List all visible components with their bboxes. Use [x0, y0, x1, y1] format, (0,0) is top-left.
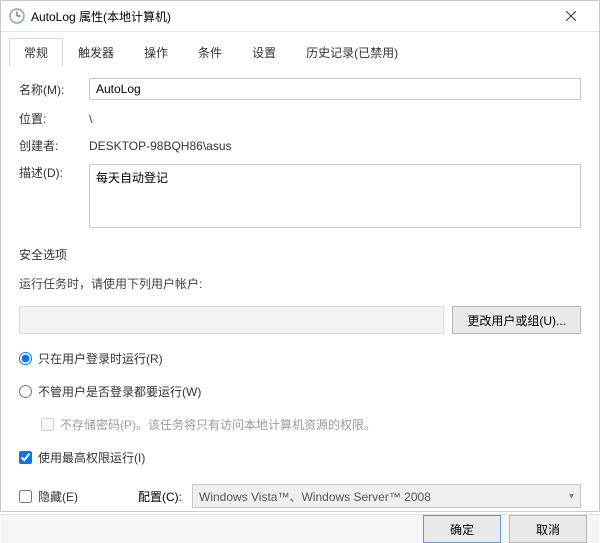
tab-actions[interactable]: 操作: [129, 38, 183, 67]
creator-value: DESKTOP-98BQH86\asus: [89, 139, 581, 153]
footer: 确定 取消: [1, 514, 599, 543]
tab-general[interactable]: 常规: [9, 38, 63, 67]
name-input[interactable]: [89, 78, 581, 100]
user-account-display: [19, 306, 444, 334]
tab-triggers[interactable]: 触发器: [63, 38, 129, 67]
config-label: 配置(C):: [138, 488, 182, 505]
radio-any-time-label: 不管用户是否登录都要运行(W): [38, 383, 201, 400]
tab-conditions[interactable]: 条件: [183, 38, 237, 67]
close-button[interactable]: [551, 1, 591, 31]
radio-logged-on-label: 只在用户登录时运行(R): [38, 350, 163, 367]
no-store-password-input: [41, 418, 54, 431]
config-row: 隐藏(E) 配置(C): Windows Vista™、Windows Serv…: [19, 484, 581, 508]
cancel-button[interactable]: 取消: [509, 515, 587, 543]
config-select[interactable]: Windows Vista™、Windows Server™ 2008 ▾: [192, 484, 581, 508]
hidden-check-input[interactable]: [19, 490, 32, 503]
titlebar: AutoLog 属性(本地计算机): [1, 1, 599, 32]
desc-input[interactable]: [89, 164, 581, 228]
creator-row: 创建者: DESKTOP-98BQH86\asus: [19, 137, 581, 154]
chevron-down-icon: ▾: [569, 491, 574, 502]
window-title: AutoLog 属性(本地计算机): [31, 8, 551, 25]
user-row: 更改用户或组(U)...: [19, 306, 581, 334]
tab-history[interactable]: 历史记录(已禁用): [291, 38, 413, 67]
location-row: 位置: \: [19, 110, 581, 127]
highest-privileges[interactable]: 使用最高权限运行(I): [19, 449, 581, 466]
name-row: 名称(M):: [19, 78, 581, 100]
tab-content: 名称(M): 位置: \ 创建者: DESKTOP-98BQH86\asus 描…: [1, 66, 599, 508]
app-icon: [9, 8, 25, 24]
hidden-check[interactable]: 隐藏(E): [19, 488, 78, 505]
location-label: 位置:: [19, 110, 81, 127]
no-store-password: 不存储密码(P)。该任务将只有访问本地计算机资源的权限。: [41, 416, 581, 433]
no-store-password-label: 不存储密码(P)。该任务将只有访问本地计算机资源的权限。: [60, 416, 376, 433]
runas-label: 运行任务时，请使用下列用户帐户:: [19, 275, 581, 292]
desc-label: 描述(D):: [19, 164, 81, 181]
desc-row: 描述(D):: [19, 164, 581, 228]
hidden-check-label: 隐藏(E): [38, 488, 78, 505]
close-icon: [566, 11, 576, 21]
highest-privileges-label: 使用最高权限运行(I): [38, 449, 145, 466]
security-title: 安全选项: [19, 246, 581, 263]
tab-bar: 常规 触发器 操作 条件 设置 历史记录(已禁用): [1, 34, 599, 67]
highest-privileges-input[interactable]: [19, 451, 32, 464]
creator-label: 创建者:: [19, 137, 81, 154]
location-value: \: [89, 112, 581, 126]
radio-any-time-input[interactable]: [19, 385, 32, 398]
ok-button[interactable]: 确定: [423, 515, 501, 543]
name-label: 名称(M):: [19, 81, 81, 98]
radio-logged-on-input[interactable]: [19, 352, 32, 365]
radio-logged-on[interactable]: 只在用户登录时运行(R): [19, 350, 581, 367]
tab-settings[interactable]: 设置: [237, 38, 291, 67]
radio-any-time[interactable]: 不管用户是否登录都要运行(W): [19, 383, 581, 400]
change-user-button[interactable]: 更改用户或组(U)...: [452, 306, 581, 334]
config-select-value: Windows Vista™、Windows Server™ 2008: [199, 488, 431, 505]
